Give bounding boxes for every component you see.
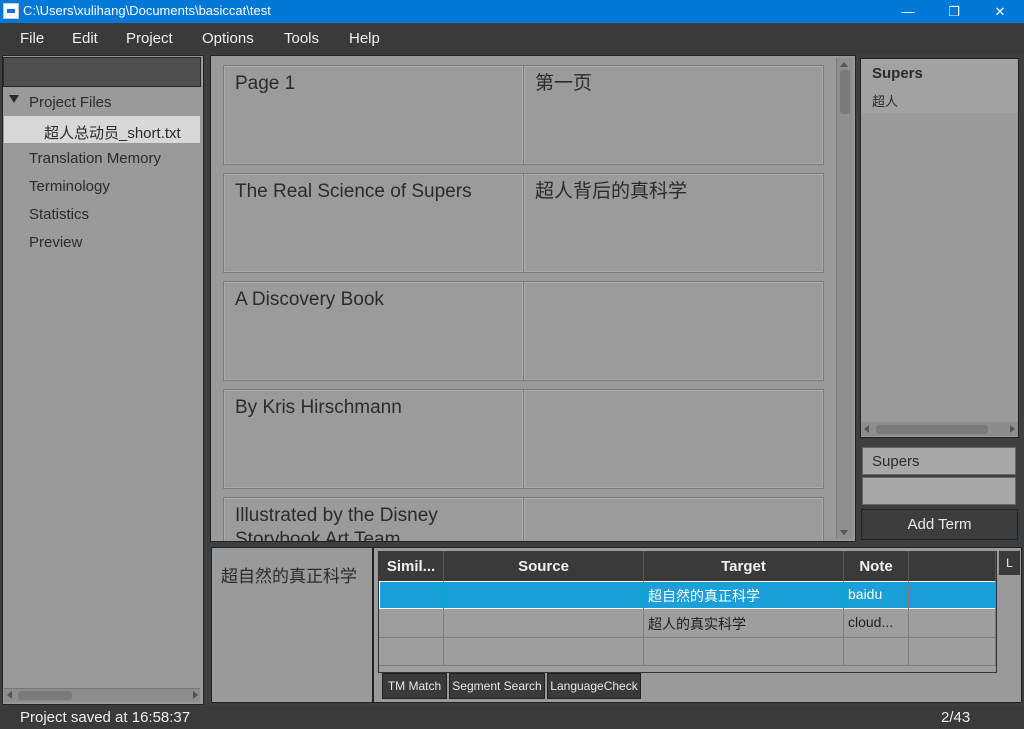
segment-target[interactable] (523, 389, 824, 489)
segment-source[interactable]: The Real Science of Supers (223, 173, 524, 273)
term-target-text: 超人 (872, 94, 899, 109)
column-header-note[interactable]: Note (844, 551, 909, 581)
cell-note[interactable]: cloud... (844, 609, 909, 637)
cell-extra (909, 581, 996, 609)
window-title: C:\Users\xulihang\Documents\basiccat\tes… (23, 3, 271, 18)
current-segment-source: 超自然的真正科学 (221, 567, 357, 586)
maximize-icon: ❐ (948, 3, 960, 19)
cell-note: baidu (844, 581, 909, 609)
scroll-left-arrow-icon[interactable] (864, 425, 869, 433)
tab-segment-search[interactable]: Segment Search (449, 673, 545, 699)
column-header-target[interactable]: Target (644, 551, 844, 581)
tree-item-preview[interactable]: Preview (29, 234, 82, 251)
title-bar: C:\Users\xulihang\Documents\basiccat\tes… (0, 0, 1024, 23)
terms-panel (860, 58, 1019, 438)
app-icon (3, 3, 19, 19)
scroll-down-arrow-icon[interactable] (840, 530, 848, 535)
terms-scrollbar-thumb[interactable] (876, 425, 988, 434)
menu-project[interactable]: Project (126, 30, 173, 47)
tree-item-statistics[interactable]: Statistics (29, 206, 89, 223)
segment-target[interactable] (523, 497, 824, 541)
cell-note[interactable] (844, 638, 909, 666)
maximize-button[interactable]: ❐ (931, 0, 977, 23)
scroll-right-arrow-icon[interactable] (1010, 425, 1015, 433)
close-button[interactable]: ✕ (977, 0, 1023, 23)
segment-counter: 2/43 (941, 709, 971, 726)
cell-extra[interactable] (909, 638, 996, 666)
segment-target[interactable]: 超人背后的真科学 (523, 173, 824, 273)
column-header-extra[interactable] (909, 551, 996, 581)
close-icon: ✕ (994, 3, 1006, 19)
cell-similarity (379, 581, 444, 609)
side-tab[interactable]: L (999, 551, 1020, 575)
cell-similarity[interactable] (379, 609, 444, 637)
cell-similarity[interactable] (379, 638, 444, 666)
tree-scrollbar-thumb[interactable] (18, 691, 72, 700)
minimize-button[interactable]: — (885, 0, 931, 23)
minimize-icon: — (901, 4, 915, 19)
cell-source[interactable] (444, 609, 644, 637)
status-bar: Project saved at 16:58:37 2/43 (0, 706, 1024, 729)
column-header-similarity[interactable]: Simil... (379, 551, 444, 581)
status-message: Project saved at 16:58:37 (20, 709, 191, 726)
scroll-left-arrow-icon[interactable] (7, 691, 12, 699)
term-source-input[interactable]: Supers (862, 447, 1016, 475)
term-target-input[interactable] (862, 477, 1016, 505)
scroll-up-arrow-icon[interactable] (840, 62, 848, 67)
menu-tools[interactable]: Tools (284, 30, 319, 47)
cell-target[interactable]: 超人的真实科学 (644, 609, 844, 637)
editor-vertical-scrollbar[interactable] (836, 58, 853, 539)
segment-target[interactable] (523, 281, 824, 381)
segment-source[interactable]: A Discovery Book (223, 281, 524, 381)
segment-target[interactable]: 第一页 (523, 65, 824, 165)
tree-item-terminology[interactable]: Terminology (29, 178, 110, 195)
segment-source[interactable]: Page 1 (223, 65, 524, 165)
segment-editor: Page 1 第一页 The Real Science of Supers 超人… (210, 55, 856, 542)
menu-edit[interactable]: Edit (72, 30, 98, 47)
cell-source (444, 581, 644, 609)
cell-target: 超自然的真正科学 (644, 581, 844, 609)
menu-options[interactable]: Options (202, 30, 254, 47)
menu-bar: File Edit Project Options Tools Help (0, 23, 1024, 54)
term-source-text: Supers (872, 65, 923, 82)
segment-source[interactable]: By Kris Hirschmann (223, 389, 524, 489)
expand-arrow-icon[interactable] (9, 95, 19, 103)
tab-tm-match[interactable]: TM Match (382, 673, 447, 699)
tree-item-translation-memory[interactable]: Translation Memory (29, 150, 161, 167)
scroll-right-arrow-icon[interactable] (193, 691, 198, 699)
tree-item-file[interactable]: 超人总动员_short.txt (44, 122, 181, 143)
menu-file[interactable]: File (20, 30, 44, 47)
cell-extra[interactable] (909, 609, 996, 637)
add-term-button[interactable]: Add Term (861, 509, 1018, 540)
editor-scrollbar-thumb[interactable] (840, 70, 850, 114)
cell-source[interactable] (444, 638, 644, 666)
project-tree-header (3, 57, 201, 87)
tree-item-project-files[interactable]: Project Files (29, 94, 112, 111)
column-header-source[interactable]: Source (444, 551, 644, 581)
segment-source[interactable]: Illustrated by the Disney Storybook Art … (223, 497, 524, 541)
tab-language-check[interactable]: LanguageCheck (547, 673, 641, 699)
menu-help[interactable]: Help (349, 30, 380, 47)
cell-target[interactable] (644, 638, 844, 666)
